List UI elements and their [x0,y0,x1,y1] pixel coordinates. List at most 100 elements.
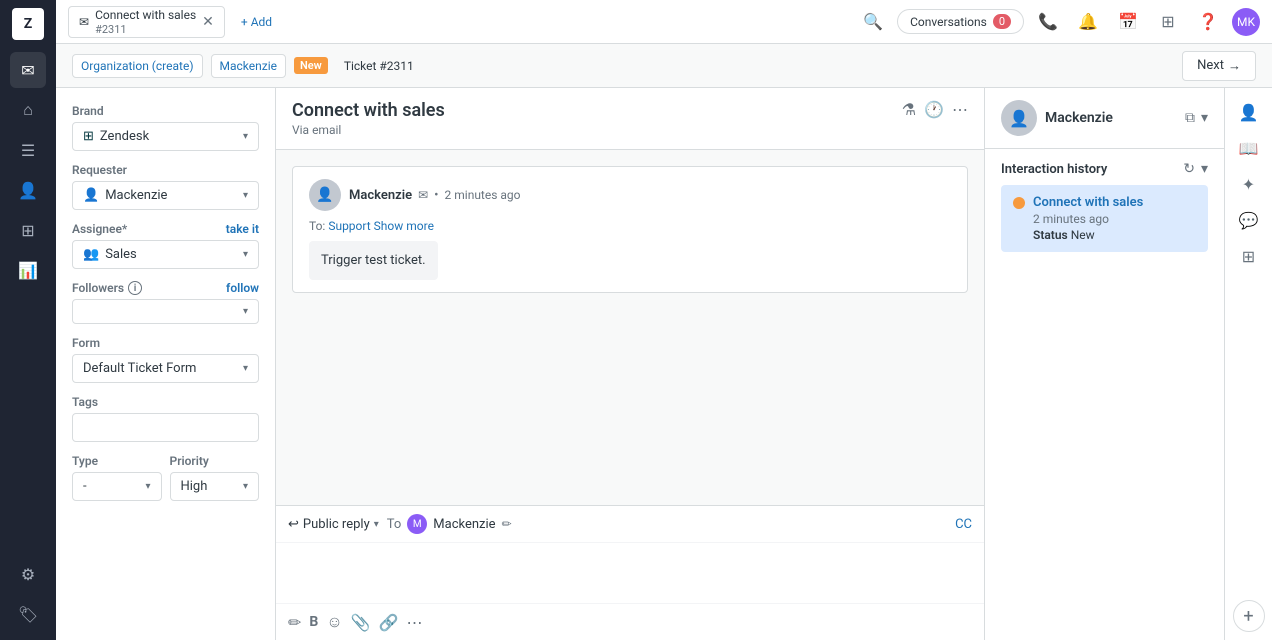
calendar-icon[interactable]: 📅 [1112,6,1144,38]
interaction-section: Interaction history ↻ ▾ Connect with sal… [985,149,1224,264]
type-select[interactable]: - ▾ [72,472,162,501]
add-tab-button[interactable]: + Add [233,11,280,33]
app-logo: Z [12,8,44,40]
add-icon[interactable]: + [1233,600,1265,632]
main-container: ✉ Connect with sales #2311 ✕ + Add 🔍 Con… [56,0,1272,640]
follow-link[interactable]: follow [226,281,259,295]
nav-icon-apps[interactable]: ⊞ [10,212,46,248]
user-avatar[interactable]: MK [1232,8,1260,36]
right-panel-header: 👤 Mackenzie ⧉ ▾ [985,88,1224,149]
left-panel: Brand ⊞ Zendesk ▾ Requester 👤 Mackenzie … [56,88,276,640]
chat-icon[interactable]: 💬 [1233,204,1265,236]
compose-icon[interactable]: ✏ [288,613,301,632]
breadcrumb-ticket: Ticket #2311 [336,55,422,77]
breadcrumb-org[interactable]: Organization (create) [72,54,203,78]
collapse-icon[interactable]: ▾ [1201,110,1208,126]
brand-select[interactable]: ⊞ Zendesk ▾ [72,122,259,151]
nav-icon-admin[interactable]: 🏷 [10,596,46,632]
tab-close-icon[interactable]: ✕ [202,14,214,30]
requester-label: Requester [72,163,259,177]
grid-icon[interactable]: ⊞ [1152,6,1184,38]
magic-icon[interactable]: ✦ [1233,168,1265,200]
type-chevron-icon: ▾ [145,481,150,492]
tab-title: Connect with sales #2311 [95,8,196,36]
ticket-header: Connect with sales Via email ⚗ 🕐 ⋯ [276,88,984,150]
nav-icon-reports[interactable]: 📊 [10,252,46,288]
bold-icon[interactable]: B [309,614,318,630]
interaction-title-link[interactable]: Connect with sales [1033,195,1196,210]
nav-icon-tickets[interactable]: ✉ [10,52,46,88]
form-chevron-icon: ▾ [243,363,248,374]
breadcrumb-user[interactable]: Mackenzie [211,54,286,78]
link-icon[interactable]: 🔗 [379,613,399,632]
phone-icon[interactable]: 📞 [1032,6,1064,38]
more-format-icon[interactable]: ⋯ [407,613,423,632]
emoji-icon[interactable]: ☺ [326,612,342,632]
tags-input[interactable] [72,413,259,442]
reply-area: ↩ Public reply ▾ To M Mackenzie ✏ CC ✏ [276,505,984,640]
attach-icon[interactable]: 📎 [351,613,371,632]
interaction-status-dot [1013,197,1025,209]
breadcrumb-bar: Organization (create) Mackenzie New Tick… [56,44,1272,88]
history-icon[interactable]: 🕐 [924,100,944,119]
more-options-icon[interactable]: ⋯ [952,100,968,119]
messages-area: 👤 Mackenzie ✉ • 2 minutes ago To: [276,150,984,505]
reply-type-button[interactable]: ↩ Public reply ▾ [288,517,379,532]
conversations-button[interactable]: Conversations 0 [897,9,1024,34]
refresh-icon[interactable]: ↻ [1183,161,1195,177]
followers-label: Followers i follow [72,281,259,295]
grid-apps-icon[interactable]: ⊞ [1233,240,1265,272]
user-profile-icon[interactable]: 👤 [1233,96,1265,128]
tags-label: Tags [72,395,259,409]
search-icon[interactable]: 🔍 [857,6,889,38]
filter-icon[interactable]: ⚗ [902,100,916,119]
help-icon[interactable]: ❓ [1192,6,1224,38]
interaction-item[interactable]: Connect with sales 2 minutes ago Status … [1001,185,1208,252]
message-time: 2 minutes ago [445,188,521,202]
priority-chevron-icon: ▾ [243,481,248,492]
type-label: Type [72,454,162,468]
active-tab[interactable]: ✉ Connect with sales #2311 ✕ [68,6,225,38]
to-user-badge: M [407,514,427,534]
to-user-name: Mackenzie [433,517,495,532]
interaction-time: 2 minutes ago [1033,212,1196,226]
form-label: Form [72,336,259,350]
priority-select[interactable]: High ▾ [170,472,260,501]
cc-button[interactable]: CC [955,517,972,532]
take-it-link[interactable]: take it [226,222,259,236]
right-user-avatar: 👤 [1001,100,1037,136]
reply-icon: ↩ [288,517,299,532]
followers-chevron-icon: ▾ [243,306,248,317]
far-right-panel: 👤 📖 ✦ 💬 ⊞ + [1224,88,1272,640]
assignee-select[interactable]: 👥 Sales ▾ [72,240,259,269]
show-more-link[interactable]: Show more [374,219,434,233]
nav-icon-users[interactable]: 👤 [10,172,46,208]
to-label: To [387,517,402,532]
nav-icon-home[interactable]: ⌂ [10,92,46,128]
next-button[interactable]: Next → [1182,51,1256,81]
nav-icon-settings[interactable]: ⚙ [10,556,46,592]
message-avatar: 👤 [309,179,341,211]
ticket-via: Via email [292,123,902,137]
sales-icon: 👥 [83,247,99,262]
book-icon[interactable]: 📖 [1233,132,1265,164]
reply-input[interactable] [276,543,984,603]
tab-email-icon: ✉ [79,15,89,29]
form-select[interactable]: Default Ticket Form ▾ [72,354,259,383]
priority-label: Priority [170,454,260,468]
open-external-icon[interactable]: ⧉ [1185,110,1195,126]
interaction-collapse-icon[interactable]: ▾ [1201,161,1208,177]
reply-format-bar: ✏ B ☺ 📎 🔗 ⋯ [276,603,984,640]
followers-info-icon[interactable]: i [128,281,142,295]
followers-select[interactable]: ▾ [72,299,259,324]
nav-icon-contacts[interactable]: ☰ [10,132,46,168]
edit-to-icon[interactable]: ✏ [502,517,512,531]
message-to: To: Support Show more [309,219,951,233]
conversations-label: Conversations [910,15,987,29]
next-arrow-icon: → [1228,58,1241,74]
requester-select[interactable]: 👤 Mackenzie ▾ [72,181,259,210]
reply-toolbar: ↩ Public reply ▾ To M Mackenzie ✏ CC [276,506,984,543]
left-navigation: Z ✉ ⌂ ☰ 👤 ⊞ 📊 ⚙ 🏷 [0,0,56,640]
requester-chevron-icon: ▾ [243,190,248,201]
bell-icon[interactable]: 🔔 [1072,6,1104,38]
